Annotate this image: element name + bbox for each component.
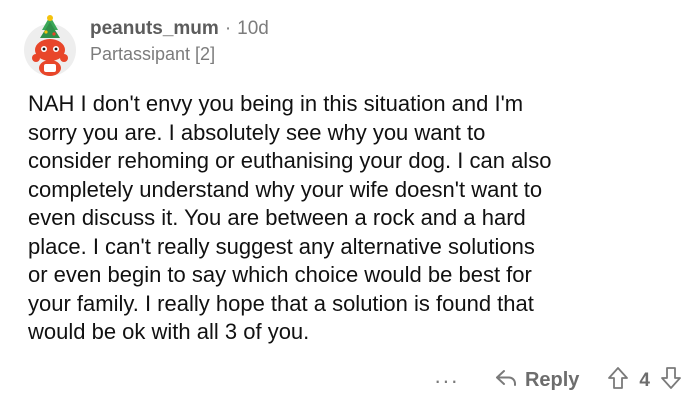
meta-separator: · xyxy=(224,18,232,39)
user-flair: Partassipant [2] xyxy=(90,44,216,64)
more-options-icon[interactable]: ··· xyxy=(434,369,459,392)
vote-score: 4 xyxy=(639,369,650,391)
snoo-avatar-icon xyxy=(24,15,76,76)
downvote-arrow-icon[interactable] xyxy=(660,366,682,395)
reply-button[interactable]: Reply xyxy=(495,368,579,393)
avatar[interactable] xyxy=(22,14,78,80)
reply-arrow-icon xyxy=(495,368,517,393)
reply-label: Reply xyxy=(524,369,580,391)
upvote-arrow-icon[interactable] xyxy=(607,366,629,395)
username[interactable]: peanuts_mum xyxy=(90,18,219,40)
comment-meta: peanuts_mum · 10d Partassipant [2] xyxy=(90,18,269,65)
comment-body: NAH I don't envy you being in this situa… xyxy=(28,91,552,344)
comment: peanuts_mum · 10d Partassipant [2] NAH I… xyxy=(0,0,700,406)
vote-controls: 4 xyxy=(607,366,682,395)
comment-age: 10d xyxy=(237,18,269,39)
comment-actions: ··· Reply 4 xyxy=(434,366,682,395)
